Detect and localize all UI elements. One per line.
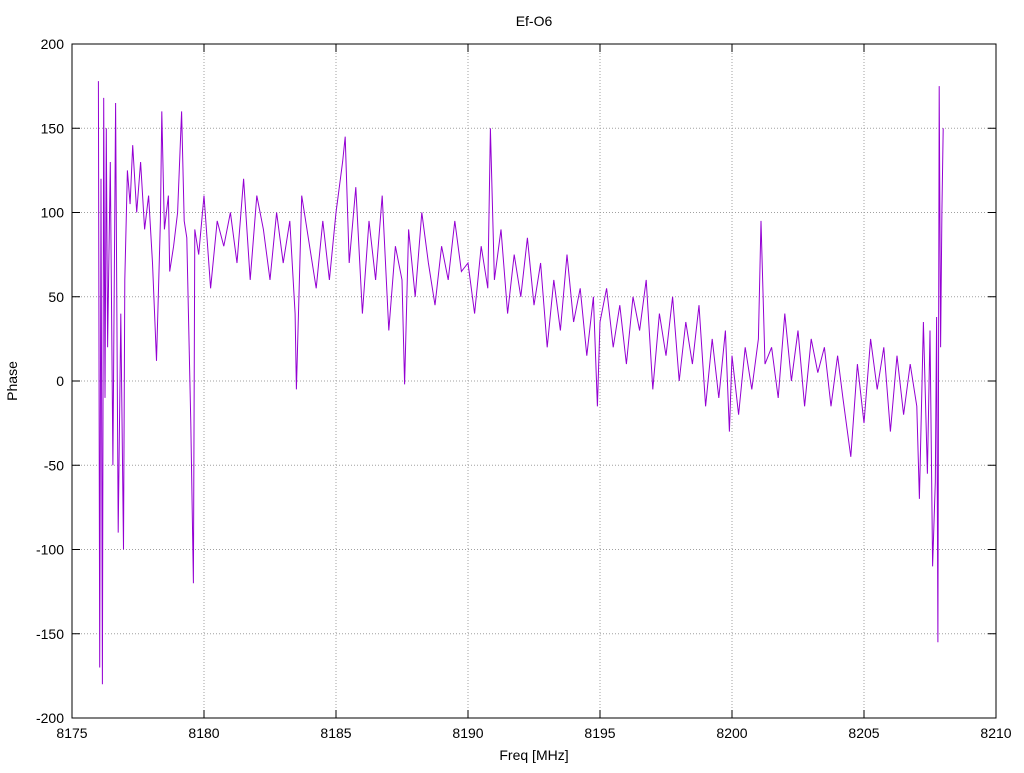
x-tick-label: 8195 xyxy=(584,725,615,741)
y-tick-label: -200 xyxy=(36,710,64,726)
y-tick-label: -100 xyxy=(36,542,64,558)
chart-title: Ef-O6 xyxy=(516,13,553,29)
x-tick-label: 8190 xyxy=(452,725,483,741)
y-tick-label: -50 xyxy=(44,457,64,473)
chart-container: 8175 8180 8185 8190 8195 8200 8205 8210 -200 -150… xyxy=(0,0,1024,768)
y-tick-label: 0 xyxy=(56,373,64,389)
x-tick-label: 8185 xyxy=(320,725,351,741)
x-axis-label: Freq [MHz] xyxy=(499,747,568,763)
x-tick-label: 8180 xyxy=(188,725,219,741)
y-tick-label: 150 xyxy=(41,120,65,136)
phase-chart: 8175 8180 8185 8190 8195 8200 8205 8210 -200 -150… xyxy=(4,13,1012,763)
y-axis-label: Phase xyxy=(4,361,20,401)
y-tick-label: -150 xyxy=(36,626,64,642)
y-tick-label: 100 xyxy=(41,205,65,221)
x-tick-label: 8175 xyxy=(56,725,87,741)
y-tick-label: 200 xyxy=(41,36,65,52)
y-tick-label: 50 xyxy=(48,289,64,305)
x-tick-label: 8210 xyxy=(980,725,1011,741)
x-tick-label: 8205 xyxy=(848,725,879,741)
x-tick-label: 8200 xyxy=(716,725,747,741)
